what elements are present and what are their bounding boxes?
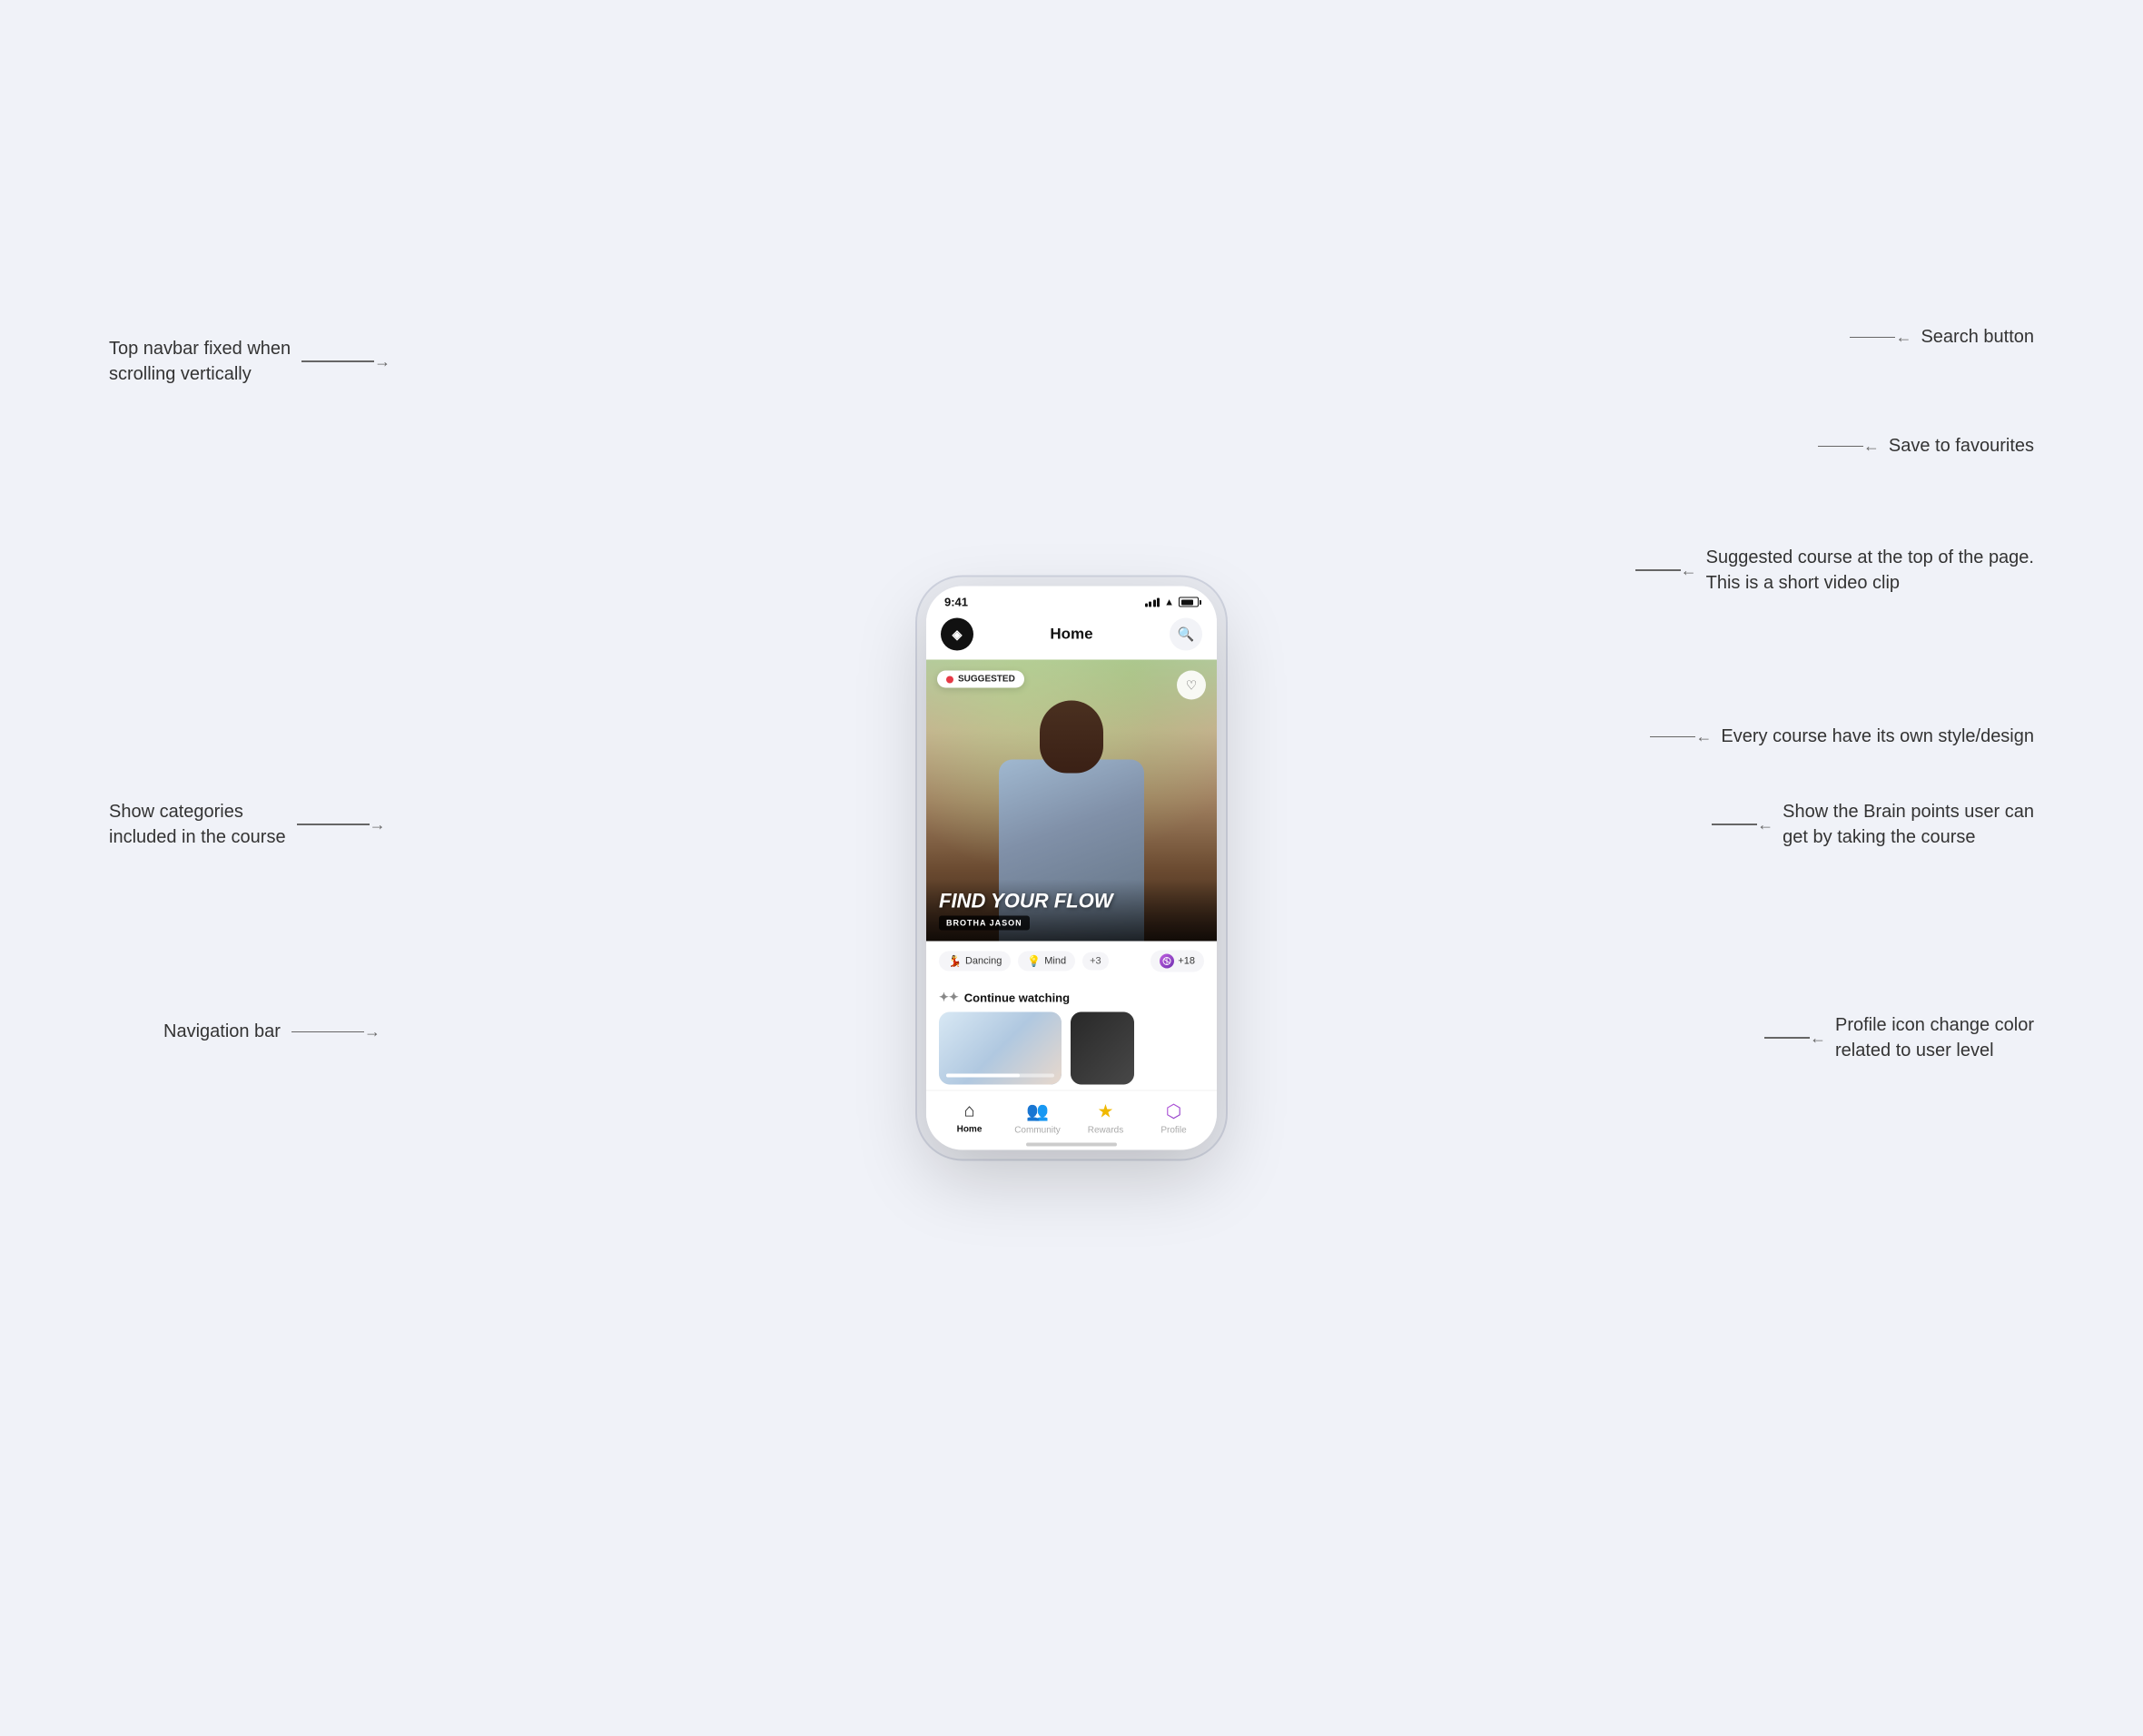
section-title-dots: ✦✦ xyxy=(939,991,959,1005)
annot-style-line xyxy=(1650,736,1695,738)
annot-style-text: Every course have its own style/design xyxy=(1721,726,2034,747)
hero-card: SUGGESTED ♡ Find Your Flow Brotha Jason xyxy=(926,660,1217,942)
dancing-label: Dancing xyxy=(965,956,1002,967)
status-icons: ▲ xyxy=(1145,597,1199,607)
annot-style-arrow: ← xyxy=(1695,727,1712,746)
annot-suggested: ← Suggested course at the top of the pag… xyxy=(1635,545,2034,596)
figure-head xyxy=(1040,701,1103,774)
annot-profile-icon-line xyxy=(1764,1037,1810,1039)
more-categories-chip[interactable]: +3 xyxy=(1082,952,1109,971)
home-icon: ⌂ xyxy=(963,1101,974,1122)
annot-brain: ← Show the Brain points user canget by t… xyxy=(1712,799,2034,850)
annot-nav-bar-text: Navigation bar xyxy=(163,1021,281,1042)
nav-item-profile[interactable]: ⬡ Profile xyxy=(1149,1100,1199,1136)
categories-row: 💃 Dancing 💡 Mind +3 xyxy=(926,942,1217,981)
annot-save-text: Save to favourites xyxy=(1889,436,2034,457)
course-title: Find Your Flow xyxy=(939,890,1204,912)
course-author-badge: Brotha Jason xyxy=(939,916,1030,931)
page-wrapper: 9:41 ▲ ◈ xyxy=(0,0,2143,1736)
wifi-icon: ▲ xyxy=(1164,597,1174,607)
status-bar: 9:41 ▲ xyxy=(926,587,1217,613)
annot-brain-arrow: ← xyxy=(1757,815,1773,834)
annot-style: ← Every course have its own style/design xyxy=(1650,726,2034,747)
bottom-nav: ⌂ Home 👥 Community ★ Rewards ⬡ Profile xyxy=(926,1090,1217,1139)
profile-icon: ⬡ xyxy=(1166,1100,1181,1123)
phone-shell: 9:41 ▲ ◈ xyxy=(926,587,1217,1150)
nav-item-community[interactable]: 👥 Community xyxy=(1012,1100,1062,1136)
top-navbar: ◈ Home 🔍 xyxy=(926,613,1217,660)
status-time: 9:41 xyxy=(944,596,968,609)
annot-nav-bar: Navigation bar → xyxy=(163,1021,380,1042)
annot-search: ← Search button xyxy=(1850,327,2034,348)
community-icon: 👥 xyxy=(1026,1100,1049,1123)
annot-suggested-text: Suggested course at the top of the page.… xyxy=(1706,545,2034,596)
rewards-nav-label: Rewards xyxy=(1088,1126,1123,1136)
annot-search-text: Search button xyxy=(1921,327,2034,348)
annot-nav-bar-arrow: → xyxy=(364,1022,380,1041)
annot-top-navbar: Top navbar fixed whenscrolling verticall… xyxy=(109,336,390,387)
mind-label: Mind xyxy=(1044,956,1066,967)
hero-overlay: Find Your Flow Brotha Jason xyxy=(926,879,1217,941)
annot-brain-line xyxy=(1712,824,1757,825)
annot-categories: Show categoriesincluded in the course → xyxy=(109,799,386,850)
continue-watching-label: Continue watching xyxy=(964,991,1070,1004)
heart-icon: ♡ xyxy=(1186,677,1198,693)
annot-categories-arrow: → xyxy=(370,815,386,834)
continue-card-2[interactable] xyxy=(1071,1012,1134,1085)
nav-item-home[interactable]: ⌂ Home xyxy=(944,1101,994,1135)
section-title: ✦✦ Continue watching xyxy=(939,991,1204,1005)
community-nav-label: Community xyxy=(1014,1126,1061,1136)
home-indicator xyxy=(1026,1143,1117,1147)
continue-watching-section: ✦✦ Continue watching xyxy=(926,981,1217,1090)
continue-card-1[interactable] xyxy=(939,1012,1062,1085)
annot-top-navbar-text: Top navbar fixed whenscrolling verticall… xyxy=(109,336,291,387)
navbar-title: Home xyxy=(1050,626,1092,644)
suggested-label: SUGGESTED xyxy=(958,675,1015,685)
annot-profile-icon-text: Profile icon change colorrelated to user… xyxy=(1835,1012,2034,1063)
home-nav-label: Home xyxy=(957,1125,983,1135)
more-count: +3 xyxy=(1090,956,1101,967)
brain-icon xyxy=(1160,954,1174,969)
category-dancing[interactable]: 💃 Dancing xyxy=(939,952,1011,972)
annot-search-arrow: ← xyxy=(1895,328,1911,347)
profile-nav-label: Profile xyxy=(1160,1126,1186,1136)
suggested-badge: SUGGESTED xyxy=(937,671,1024,688)
suggested-dot xyxy=(946,676,953,683)
continue-scroll xyxy=(939,1012,1204,1085)
category-mind[interactable]: 💡 Mind xyxy=(1018,952,1075,972)
rewards-icon: ★ xyxy=(1098,1100,1114,1123)
annot-brain-text: Show the Brain points user canget by tak… xyxy=(1783,799,2034,850)
mind-icon: 💡 xyxy=(1027,955,1041,968)
annot-categories-text: Show categoriesincluded in the course xyxy=(109,799,286,850)
annot-nav-bar-line xyxy=(291,1031,364,1033)
annot-profile-icon-arrow: ← xyxy=(1810,1029,1826,1048)
annot-suggested-line xyxy=(1635,569,1681,571)
app-logo-icon: ◈ xyxy=(953,626,963,642)
search-button[interactable]: 🔍 xyxy=(1170,618,1202,651)
dancing-icon: 💃 xyxy=(948,955,962,968)
annot-save: ← Save to favourites xyxy=(1818,436,2034,457)
signal-icon xyxy=(1145,597,1160,607)
search-icon: 🔍 xyxy=(1178,626,1195,643)
annot-save-line xyxy=(1818,446,1863,448)
annot-top-navbar-arrow: → xyxy=(374,352,390,371)
annot-search-line xyxy=(1850,337,1895,339)
annot-save-arrow: ← xyxy=(1863,437,1880,456)
annot-categories-line xyxy=(297,824,370,825)
favourite-button[interactable]: ♡ xyxy=(1177,671,1206,700)
phone-mockup: 9:41 ▲ ◈ xyxy=(926,587,1217,1150)
app-logo[interactable]: ◈ xyxy=(941,618,973,651)
nav-item-rewards[interactable]: ★ Rewards xyxy=(1081,1100,1131,1136)
annot-suggested-arrow: ← xyxy=(1681,561,1697,580)
annot-profile-icon: ← Profile icon change colorrelated to us… xyxy=(1764,1012,2034,1063)
brain-points-chip: +18 xyxy=(1151,951,1204,972)
annot-top-navbar-line xyxy=(301,360,374,362)
battery-icon xyxy=(1179,597,1199,607)
brain-points-label: +18 xyxy=(1178,956,1195,967)
